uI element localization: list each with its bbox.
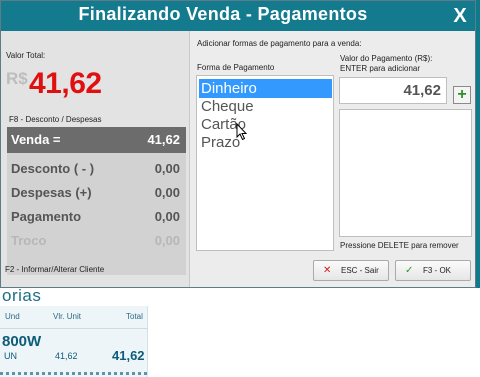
close-icon: ✕ xyxy=(323,265,332,276)
valor-total-label: Valor Total: xyxy=(6,51,46,60)
summary-row-venda: Venda = 41,62 xyxy=(7,127,186,153)
close-button[interactable]: X xyxy=(445,1,475,31)
summary-label-despesas: Despesas (+) xyxy=(11,185,92,200)
method-item-dinheiro[interactable]: Dinheiro xyxy=(199,79,332,98)
row-dotted-separator xyxy=(0,372,148,375)
payment-value-label-line2: ENTER para adicionar xyxy=(340,64,421,73)
esc-exit-button[interactable]: ✕ ESC - Sair xyxy=(313,260,389,281)
summary-label-venda: Venda = xyxy=(11,132,61,147)
esc-exit-label: ESC - Sair xyxy=(341,266,379,275)
dialog-titlebar: Finalizando Venda - Pagamentos X xyxy=(1,1,475,31)
summary-value-despesas: 0,00 xyxy=(154,185,180,200)
payment-method-label: Forma de Pagamento xyxy=(197,63,275,72)
f3-ok-button[interactable]: ✓ F3 - OK xyxy=(395,260,471,281)
added-payments-list[interactable] xyxy=(339,109,472,237)
add-payment-button[interactable]: + xyxy=(453,86,471,104)
payment-dialog: Finalizando Venda - Pagamentos X Valor T… xyxy=(0,0,476,288)
summary-body: Desconto ( - ) 0,00 Despesas (+) 0,00 Pa… xyxy=(7,153,186,275)
background-section-title: orias xyxy=(2,286,42,305)
method-item-cheque[interactable]: Cheque xyxy=(199,97,332,116)
payment-value-label-line1: Valor do Pagamento (R$): xyxy=(340,54,433,63)
method-item-prazo[interactable]: Prazo xyxy=(199,133,332,152)
summary-label-desconto: Desconto ( - ) xyxy=(11,161,95,176)
method-item-cartao[interactable]: Cartão xyxy=(199,115,332,134)
product-total: 41,62 xyxy=(112,348,145,363)
check-icon: ✓ xyxy=(405,265,414,276)
column-header-vlr-unit: Vlr. Unit xyxy=(53,312,82,321)
summary-panel: Valor Total: R$ 41,62 F8 - Desconto / De… xyxy=(1,31,190,287)
delete-hint: Pressione DELETE para remover xyxy=(340,241,459,250)
summary-row-pagamento: Pagamento 0,00 xyxy=(7,205,186,229)
table-divider xyxy=(0,328,148,329)
summary-value-troco: 0,00 xyxy=(154,233,180,248)
summary-label-troco: Troco xyxy=(11,233,47,248)
summary-value-pagamento: 0,00 xyxy=(154,209,180,224)
summary-value-desconto: 0,00 xyxy=(154,161,180,176)
summary-row-troco: Troco 0,00 xyxy=(7,229,186,253)
column-header-total: Total xyxy=(126,312,143,321)
payment-value-label: Valor do Pagamento (R$): ENTER para adic… xyxy=(340,54,432,74)
mouse-cursor-icon xyxy=(236,123,248,141)
customer-shortcut-hint: F2 - Informar/Alterar Cliente xyxy=(5,265,105,274)
summary-table: Venda = 41,62 Desconto ( - ) 0,00 Despes… xyxy=(7,127,186,275)
summary-label-pagamento: Pagamento xyxy=(11,209,82,224)
dialog-title: Finalizando Venda - Pagamentos xyxy=(78,4,368,24)
summary-value-venda: 41,62 xyxy=(147,132,180,147)
payment-method-list[interactable]: Dinheiro Cheque Cartão Prazo xyxy=(196,75,334,251)
product-unit-price: 41,62 xyxy=(55,351,78,361)
product-name[interactable]: 800W xyxy=(2,333,41,350)
currency-symbol: R$ xyxy=(6,69,28,88)
product-unit: UN xyxy=(4,351,17,361)
summary-row-desconto: Desconto ( - ) 0,00 xyxy=(7,157,186,181)
column-header-und: Und xyxy=(5,312,20,321)
payment-value-input[interactable]: 41,62 xyxy=(339,77,447,104)
summary-row-despesas: Despesas (+) 0,00 xyxy=(7,181,186,205)
add-payment-instructions: Adicionar formas de pagamento para a ven… xyxy=(197,39,362,48)
total-value: 41,62 xyxy=(29,67,102,100)
f3-ok-label: F3 - OK xyxy=(423,266,452,275)
discount-shortcut-hint: F8 - Desconto / Despesas xyxy=(9,115,102,124)
